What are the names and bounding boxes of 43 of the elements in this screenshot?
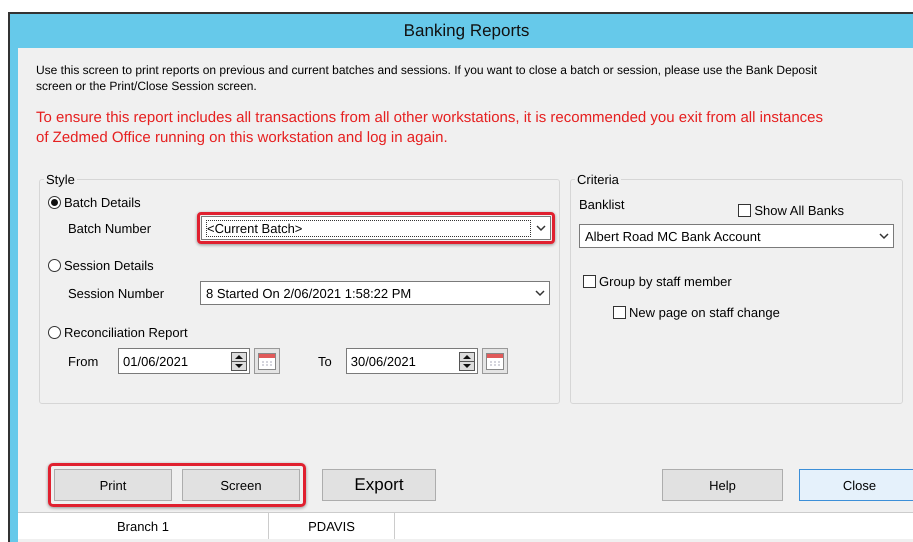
radio-label: Session Details: [64, 258, 154, 273]
chevron-down-icon: [535, 290, 545, 296]
calendar-icon: [258, 352, 276, 370]
field-label: To: [318, 354, 332, 368]
chevron-down-icon: [536, 224, 546, 232]
radio-button[interactable]: [48, 196, 61, 209]
spin-arrows-icon: [231, 352, 247, 370]
calendar-icon: [486, 352, 504, 370]
date-field[interactable]: 30/06/2021: [346, 348, 478, 374]
radio-label: Reconciliation Report: [64, 325, 188, 340]
warning-text: To ensure this report includes all transactions from all other workstations, it is recommended you exit from all instances of Zedmed Office running on this workstation and log in again.: [36, 108, 824, 148]
dialog-button[interactable]: Screen: [182, 469, 300, 501]
checkbox[interactable]: [613, 306, 626, 319]
status-cell: Branch 1: [18, 513, 269, 539]
checkbox[interactable]: [583, 275, 596, 288]
group-label: Style: [45, 172, 76, 187]
dialog-button[interactable]: Export: [322, 469, 436, 501]
date-field[interactable]: 01/06/2021: [118, 348, 250, 374]
instruction-text: Use this screen to print reports on previous and current batches and sessions. If you want to close a batch or session, please use the Bank Deposit screen or the Print/Close Session screen.: [36, 62, 818, 94]
dropdown-field[interactable]: <Current Batch>: [201, 216, 551, 240]
radio-button[interactable]: [48, 259, 61, 272]
field-label: Batch Number: [68, 220, 152, 236]
chevron-down-icon: [879, 232, 889, 240]
checkbox-label: Show All Banks: [754, 203, 844, 218]
radio-button[interactable]: [48, 326, 61, 339]
dropdown-field[interactable]: Albert Road MC Bank Account: [579, 224, 894, 248]
checkbox-label: Group by staff member: [599, 274, 732, 289]
status-cell: PDAVIS: [269, 513, 395, 539]
checkbox-label: New page on staff change: [629, 305, 780, 320]
dropdown-field[interactable]: 8 Started On 2/06/2021 1:58:22 PM: [200, 281, 550, 305]
checkbox[interactable]: [738, 204, 752, 217]
group-label: Criteria: [576, 172, 620, 187]
calendar-button[interactable]: [254, 348, 280, 374]
dialog-button[interactable]: Close: [799, 469, 913, 501]
field-label: Session Number: [68, 286, 166, 300]
radio-label: Batch Details: [64, 195, 141, 210]
dialog-button[interactable]: Print: [54, 469, 172, 501]
dialog-button[interactable]: Help: [662, 469, 783, 501]
spin-arrows-icon: [458, 352, 475, 370]
window-title: Banking Reports: [402, 20, 530, 42]
field-label: From: [68, 354, 100, 368]
field-label: Banklist: [579, 197, 625, 212]
calendar-button[interactable]: [482, 348, 508, 374]
